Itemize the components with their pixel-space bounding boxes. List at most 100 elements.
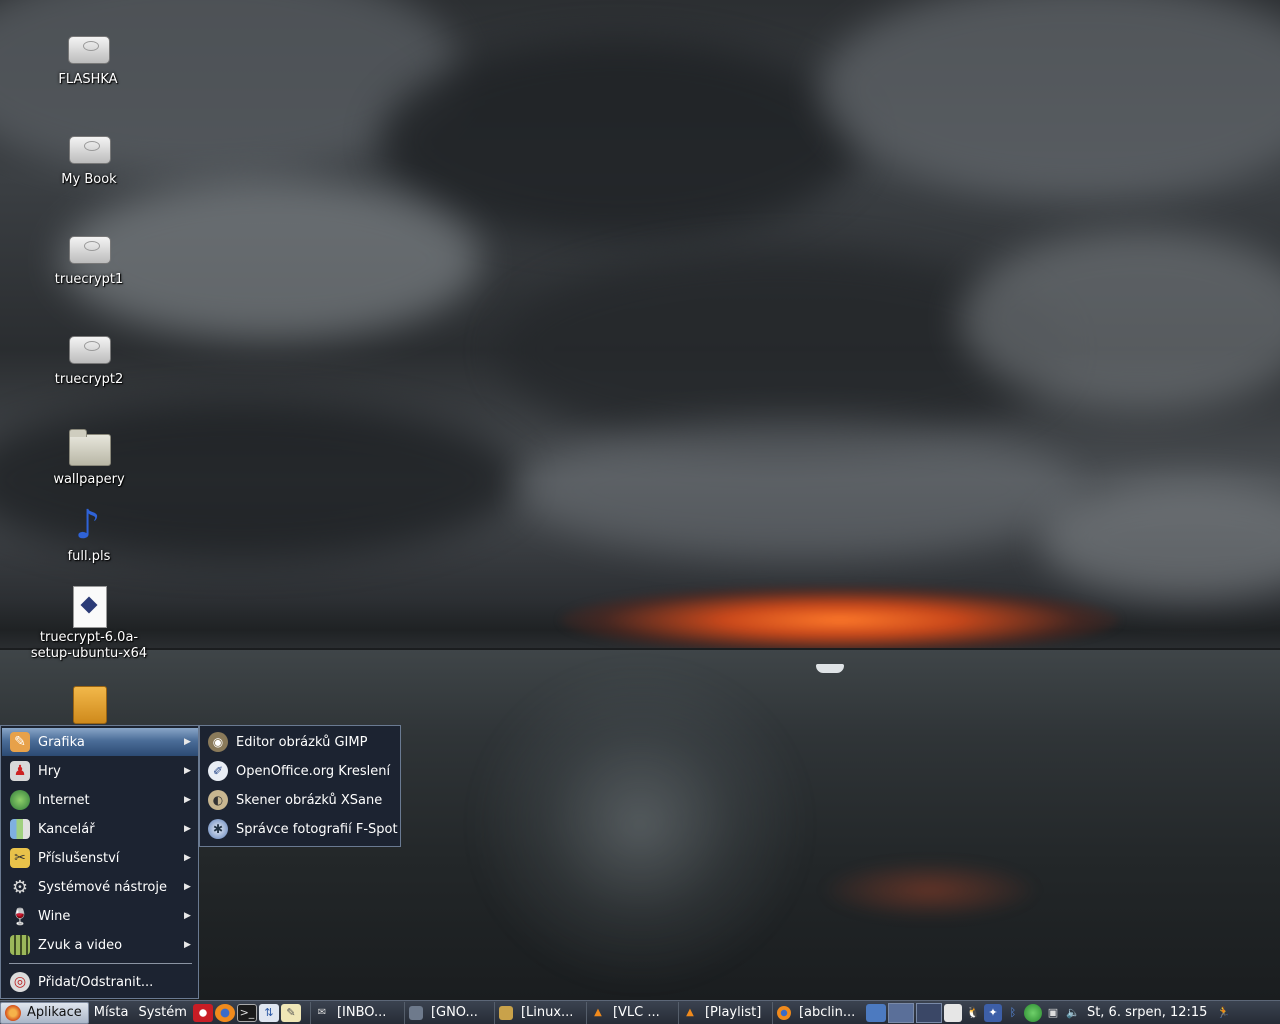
taskbar-item-label: [Playlist]: [704, 1005, 762, 1020]
taskbar-item-label: [VLC ...: [612, 1005, 660, 1020]
show-desktop-icon[interactable]: [865, 1003, 886, 1022]
boat: [816, 664, 844, 673]
xsane-scanner-icon: ◐: [208, 790, 228, 810]
menu-item-label: Hry: [38, 763, 61, 779]
desktop-icon-flashka[interactable]: FLASHKA: [28, 28, 148, 88]
menu-item-label: Internet: [38, 792, 90, 808]
taskbar-item-label: [INBO...: [336, 1005, 387, 1020]
desktop-icon-package[interactable]: [29, 686, 149, 730]
submenu-item-label: Správce fotografií F-Spot: [236, 821, 398, 837]
menu-item-hry[interactable]: ♟ Hry ▶: [2, 757, 198, 785]
submenu-item-openoffice-draw[interactable]: ✐ OpenOffice.org Kreslení: [201, 757, 399, 785]
taskbar-item-label: [GNO...: [430, 1005, 478, 1020]
menu-item-label: Grafika: [38, 734, 85, 750]
taskbar-item-abclinuxu[interactable]: [abclin...: [771, 1001, 862, 1024]
submenu-arrow-icon: ▶: [184, 795, 191, 805]
desktop-icon-label: truecrypt2: [54, 372, 124, 387]
desktop-icon-truecrypt-setup[interactable]: truecrypt-6.0a- setup-ubuntu-x64: [29, 586, 149, 662]
menu-item-prislusenstvi[interactable]: ✂ Příslušenství ▶: [2, 844, 198, 872]
menu-item-label: Kancelář: [38, 821, 95, 837]
panel-clock[interactable]: St, 6. srpen, 12:15: [1087, 1005, 1208, 1020]
submenu-arrow-icon: ▶: [184, 940, 191, 950]
desktop-icon-label: wallpapery: [53, 472, 125, 487]
wine-glass-icon: 🍷: [10, 906, 30, 926]
desktop-icon-truecrypt1[interactable]: truecrypt1: [29, 228, 149, 288]
desktop-icon-wallpapery[interactable]: wallpapery: [29, 428, 149, 488]
cloud: [820, 0, 1280, 200]
menu-item-internet[interactable]: Internet ▶: [2, 786, 198, 814]
package-icon: [67, 686, 111, 726]
network-icon[interactable]: ⇅: [258, 1003, 279, 1022]
terminal-icon[interactable]: >_: [236, 1003, 257, 1022]
sound-video-icon: [10, 935, 30, 955]
music-note-icon: ♪: [75, 502, 101, 548]
menu-item-wine[interactable]: 🍷 Wine ▶: [2, 902, 198, 930]
workspace-1[interactable]: [887, 1002, 914, 1023]
submenu-item-xsane[interactable]: ◐ Skener obrázků XSane: [201, 786, 399, 814]
submenu-item-f-spot[interactable]: ✱ Správce fotografií F-Spot: [201, 815, 399, 843]
opera-icon[interactable]: [192, 1003, 213, 1022]
drive-icon: [67, 328, 111, 368]
taskbar-item-playlist[interactable]: ▲ [Playlist]: [677, 1001, 770, 1024]
desktop-icon-truecrypt2[interactable]: truecrypt2: [29, 328, 149, 388]
folder-icon: [67, 428, 111, 468]
tux-icon[interactable]: 🐧: [964, 1004, 982, 1022]
internet-globe-icon: [10, 790, 30, 810]
accessories-icon: ✂: [10, 848, 30, 868]
desktop-icon-label: full.pls: [67, 549, 111, 564]
trash-icon[interactable]: [943, 1003, 962, 1022]
taskbar-item-linux[interactable]: [Linux...: [493, 1001, 584, 1024]
openoffice-draw-icon: ✐: [208, 761, 228, 781]
applications-menu-label: Aplikace: [27, 1005, 82, 1020]
menu-item-zvuk-a-video[interactable]: Zvuk a video ▶: [2, 931, 198, 959]
taskbar-item-gnome[interactable]: [GNO...: [403, 1001, 492, 1024]
status-icon[interactable]: [1023, 1003, 1042, 1022]
system-menu-button[interactable]: Systém: [133, 1002, 191, 1024]
taskbar-item-label: [abclin...: [798, 1005, 856, 1020]
applications-menu-button[interactable]: Aplikace: [0, 1001, 89, 1024]
run-icon[interactable]: 🏃: [1214, 1004, 1232, 1022]
submenu-item-gimp[interactable]: ◉ Editor obrázků GIMP: [201, 728, 399, 756]
submenu-arrow-icon: ▶: [184, 853, 191, 863]
office-icon: [10, 819, 30, 839]
desktop-icon-label-line1: truecrypt-6.0a-: [39, 630, 139, 645]
notes-icon[interactable]: ✎: [280, 1003, 301, 1022]
linux-app-icon: [498, 1005, 513, 1020]
submenu-arrow-icon: ▶: [184, 911, 191, 921]
menu-item-systemove-nastroje[interactable]: ⚙ Systémové nástroje ▶: [2, 873, 198, 901]
script-file-icon: [67, 586, 111, 628]
network-connection-icon[interactable]: ▣: [1044, 1004, 1062, 1022]
sunset-glow: [560, 585, 1120, 655]
firefox-icon: [776, 1005, 791, 1020]
cloud: [520, 420, 1080, 560]
vlc-icon: ▲: [594, 1007, 602, 1018]
taskbar-item-inbox[interactable]: ✉ [INBO...: [309, 1001, 402, 1024]
ubuntu-logo-icon: [5, 1004, 21, 1021]
gnome-terminal-icon: [408, 1005, 423, 1020]
firefox-icon[interactable]: [214, 1003, 235, 1022]
water-reflection: [470, 660, 810, 990]
desktop-icon-my-book[interactable]: My Book: [29, 128, 149, 188]
submenu-item-label: OpenOffice.org Kreslení: [236, 763, 391, 779]
submenu-arrow-icon: ▶: [184, 737, 191, 747]
desktop-icon-full-pls[interactable]: ♪ full.pls: [29, 505, 149, 565]
keyboard-layout-icon[interactable]: ✦: [983, 1003, 1002, 1022]
volume-icon[interactable]: 🔈: [1064, 1004, 1082, 1022]
vlc-icon: ▲: [686, 1007, 694, 1018]
submenu-item-label: Skener obrázků XSane: [236, 792, 383, 808]
taskbar-item-vlc[interactable]: ▲ [VLC ...: [585, 1001, 676, 1024]
bottom-panel: Aplikace Místa Systém >_ ⇅ ✎ ✉ [INBO... …: [0, 1000, 1280, 1024]
menu-item-grafika[interactable]: ✎ Grafika ▶: [2, 728, 198, 756]
menu-item-kancelar[interactable]: Kancelář ▶: [2, 815, 198, 843]
menu-separator: [9, 963, 192, 964]
menu-item-pridat-odstranit[interactable]: ◎ Přidat/Odstranit...: [2, 968, 198, 996]
bluetooth-icon[interactable]: ᛒ: [1004, 1004, 1022, 1022]
submenu-item-label: Editor obrázků GIMP: [236, 734, 368, 750]
games-icon: ♟: [10, 761, 30, 781]
applications-menu: ✎ Grafika ▶ ♟ Hry ▶ Internet ▶ Kancelář …: [0, 725, 199, 999]
add-remove-icon: ◎: [10, 972, 30, 992]
places-menu-button[interactable]: Místa: [89, 1002, 134, 1024]
places-menu-label: Místa: [93, 1005, 129, 1020]
workspace-2[interactable]: [915, 1002, 942, 1023]
taskbar-item-label: [Linux...: [520, 1005, 574, 1020]
